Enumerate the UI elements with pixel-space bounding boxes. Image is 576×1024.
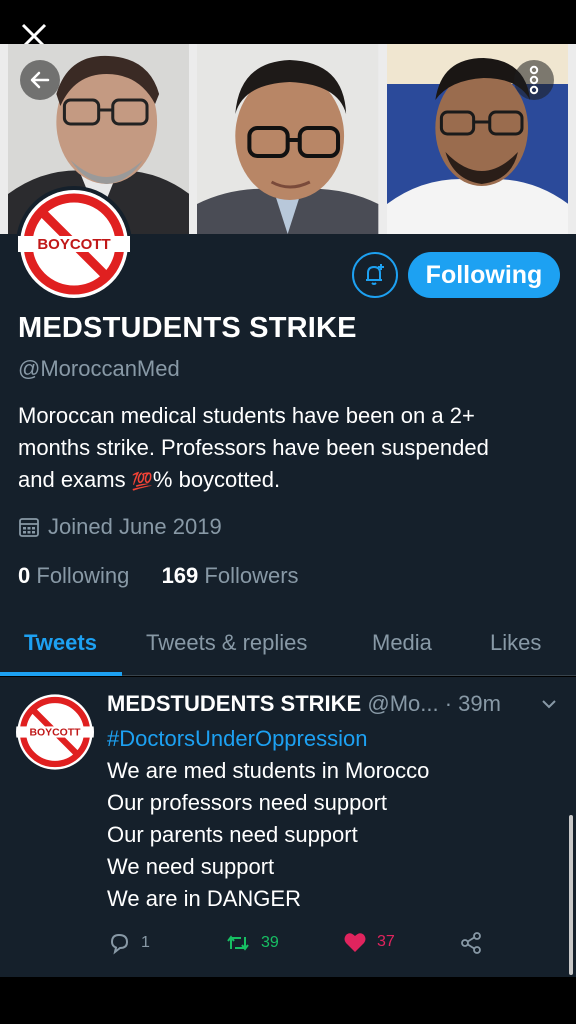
tweet-line: Our professors need support — [107, 790, 388, 815]
bio-text: % boycotted. — [152, 467, 281, 492]
reply-button[interactable]: 1 — [107, 931, 150, 955]
tab-media[interactable]: Media — [372, 630, 432, 656]
tweet-avatar-text: BOYCOTT — [29, 727, 81, 738]
followers-label: Followers — [204, 563, 299, 588]
joined-text: Joined June 2019 — [48, 514, 222, 539]
bio-text: and exams — [18, 467, 132, 492]
tweet-line: We are in DANGER — [107, 886, 301, 911]
like-count: 37 — [377, 933, 395, 950]
like-button[interactable]: 37 — [343, 931, 395, 953]
profile-avatar[interactable]: BOYCOTT — [16, 186, 132, 302]
following-stat[interactable]: 0 Following — [18, 563, 129, 588]
tab-tweets[interactable]: Tweets — [24, 630, 97, 656]
tweet-author-name[interactable]: MEDSTUDENTS STRIKE — [107, 691, 361, 716]
tweet-avatar[interactable]: BOYCOTT — [16, 693, 94, 771]
follow-stats: 0 Following 169 Followers — [18, 563, 299, 589]
banner-photo-2 — [197, 44, 379, 234]
bio-line: and exams 💯% boycotted. — [18, 464, 563, 498]
notifications-button[interactable] — [352, 252, 398, 298]
tweet-time: · 39m — [444, 691, 501, 716]
more-vertical-icon — [529, 65, 539, 95]
bio-line: months strike. Professors have been susp… — [18, 435, 489, 460]
profile-bio: Moroccan medical students have been on a… — [18, 400, 563, 498]
calendar-icon — [19, 518, 39, 537]
tweet-header: MEDSTUDENTS STRIKE @Mo... · 39m — [107, 691, 501, 717]
tweet-line: Our parents need support — [107, 822, 358, 847]
retweet-count: 39 — [261, 934, 279, 951]
tweet-line: We need support — [107, 854, 275, 879]
profile-name: MEDSTUDENTS STRIKE — [18, 312, 357, 344]
more-options-button[interactable] — [514, 60, 554, 100]
bottom-bar — [0, 977, 576, 1024]
chevron-down-icon[interactable] — [540, 695, 558, 713]
following-count: 0 — [18, 563, 31, 588]
hundred-points-emoji: 💯 — [131, 472, 153, 491]
tab-tweets-replies[interactable]: Tweets & replies — [146, 630, 307, 656]
tweet-author-handle: @Mo... — [367, 691, 439, 716]
joined-date: Joined June 2019 — [18, 514, 222, 540]
profile-handle: @MoroccanMed — [18, 356, 180, 381]
tweet-item[interactable]: BOYCOTT MEDSTUDENTS STRIKE @Mo... · 39m … — [0, 677, 576, 977]
share-icon — [461, 932, 481, 954]
following-button[interactable]: Following — [408, 252, 560, 298]
boycott-logo: BOYCOTT — [18, 190, 130, 298]
profile-tabs: Tweets Tweets & replies Media Likes — [0, 618, 576, 676]
tweet-text: #DoctorsUnderOppression We are med stude… — [107, 723, 429, 915]
tweet-line: We are med students in Morocco — [107, 758, 430, 783]
followers-stat[interactable]: 169 Followers — [162, 563, 299, 588]
tab-likes[interactable]: Likes — [490, 630, 541, 656]
bio-line: Moroccan medical students have been on a… — [18, 403, 475, 428]
retweet-icon — [227, 935, 249, 951]
reply-count: 1 — [141, 934, 150, 951]
scrollbar[interactable] — [569, 815, 573, 975]
top-bar — [0, 0, 576, 49]
tweet-actions: 1 39 37 — [107, 931, 537, 961]
reply-icon — [110, 933, 129, 955]
share-button[interactable] — [459, 931, 483, 955]
arrow-left-icon — [30, 71, 50, 89]
followers-count: 169 — [161, 563, 199, 588]
heart-icon — [344, 933, 366, 952]
avatar-text: BOYCOTT — [37, 236, 110, 253]
bell-plus-icon — [366, 264, 384, 285]
tweet-hashtag[interactable]: #DoctorsUnderOppression — [107, 723, 429, 755]
back-button[interactable] — [20, 60, 60, 100]
retweet-button[interactable]: 39 — [225, 931, 279, 955]
following-label: Following — [36, 563, 130, 588]
active-tab-indicator — [0, 672, 122, 676]
